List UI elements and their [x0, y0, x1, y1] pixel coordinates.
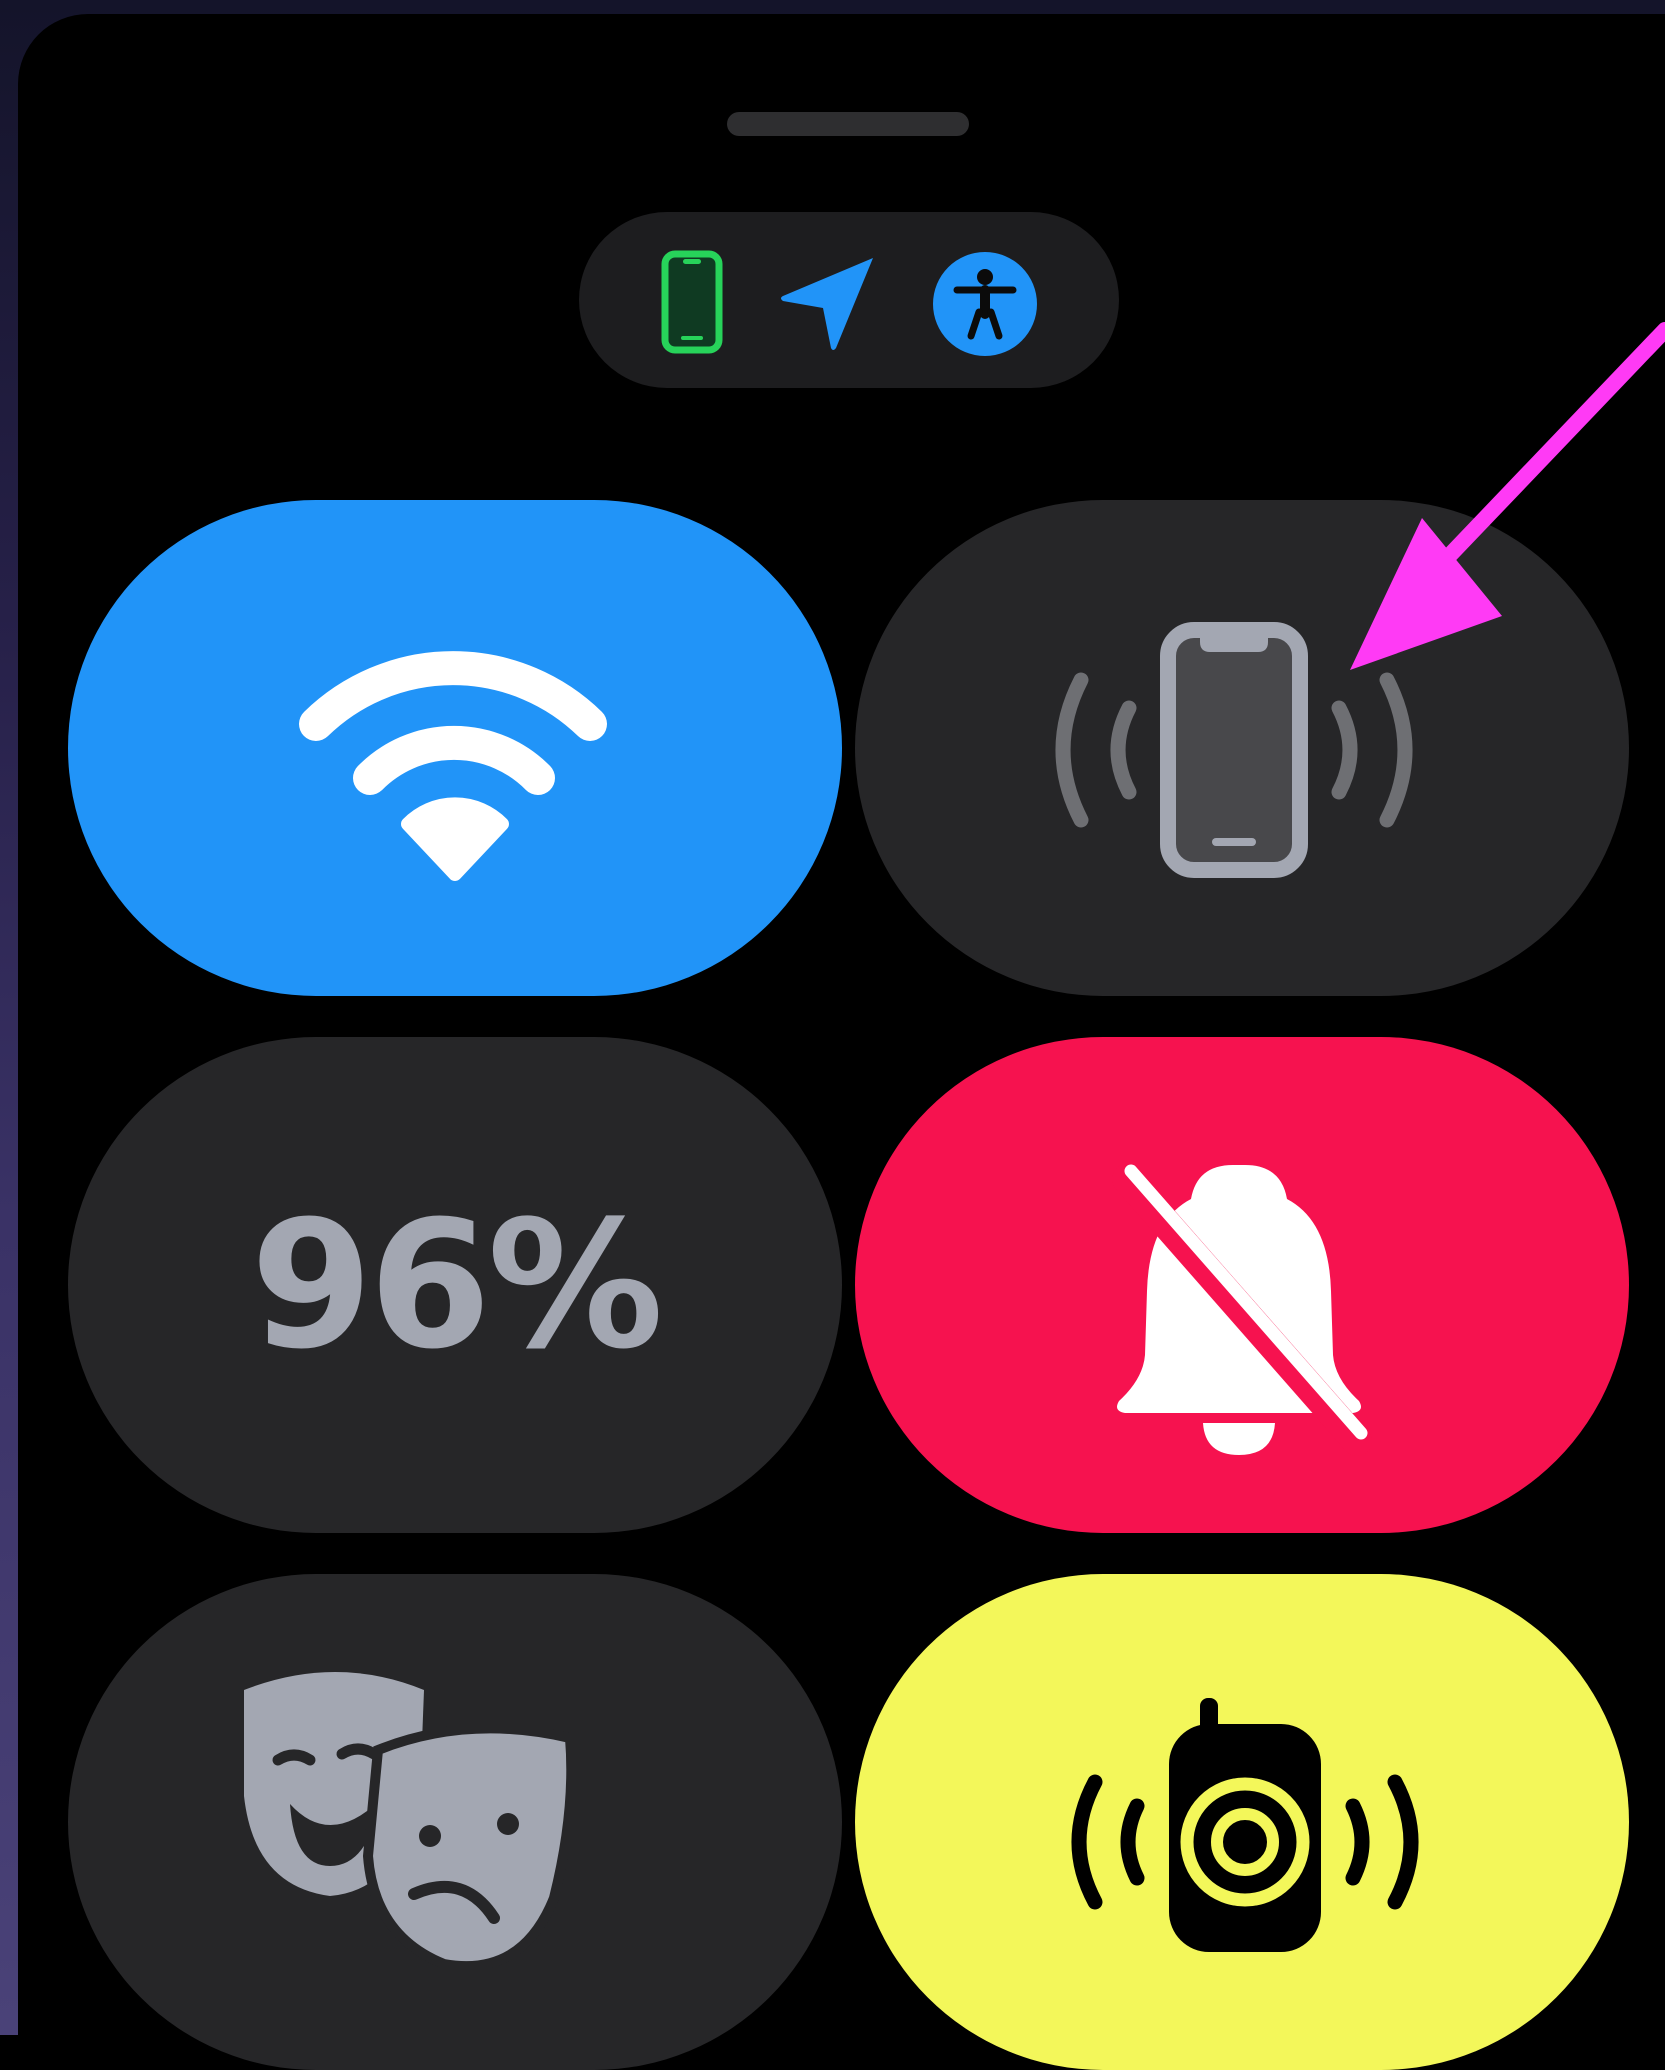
location-arrow-icon	[781, 258, 873, 350]
walkie-talkie-toggle[interactable]	[855, 1574, 1629, 2070]
wifi-icon	[299, 651, 607, 881]
battery-percentage: 96%	[250, 1182, 663, 1388]
walkie-talkie-icon	[1071, 1698, 1419, 1952]
phone-connected-icon	[661, 250, 723, 354]
battery-percentage-button[interactable]: 96%	[68, 1037, 842, 1533]
wifi-toggle[interactable]	[68, 500, 842, 996]
theater-masks-icon	[244, 1672, 577, 1972]
silent-mode-toggle[interactable]	[855, 1037, 1629, 1533]
theater-mode-toggle[interactable]	[68, 1574, 842, 2070]
ping-iphone-button[interactable]	[855, 500, 1629, 996]
accessibility-icon	[933, 252, 1037, 356]
bell-slash-icon	[1112, 1164, 1372, 1456]
dismiss-grabber[interactable]	[727, 112, 969, 136]
status-indicators-pill	[579, 212, 1119, 388]
ping-iphone-icon	[1055, 622, 1413, 878]
